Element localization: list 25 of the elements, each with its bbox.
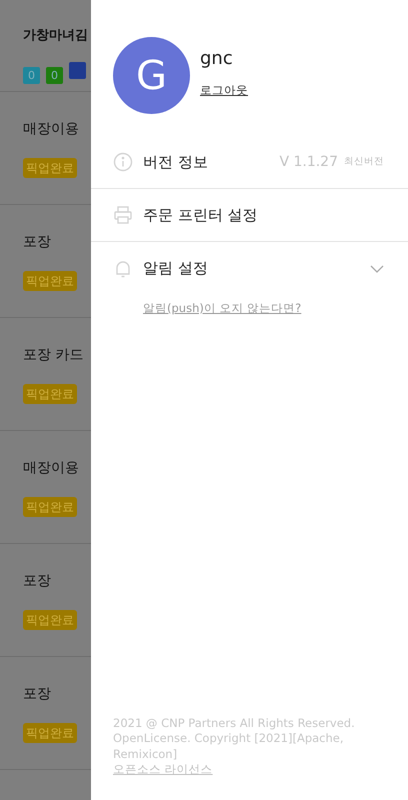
order-type: 매장이용	[23, 120, 79, 139]
menu-item[interactable]: 주문 프린터 설정	[91, 189, 408, 242]
info-icon	[113, 152, 133, 172]
status-badge: 픽업완료	[23, 497, 77, 517]
count-badge: 0	[46, 67, 63, 84]
order-type: 포장	[23, 685, 51, 704]
status-badge: 픽업완료	[23, 723, 77, 743]
status-badge: 픽업완료	[23, 271, 77, 291]
count-badge: 0	[23, 67, 40, 84]
version-status: 최신버전	[344, 154, 384, 169]
order-type: 포장	[23, 233, 51, 252]
printer-icon	[113, 205, 133, 225]
status-badge: 픽업완료	[23, 610, 77, 630]
status-badge: 픽업완료	[23, 384, 77, 404]
order-type: 포장 카드	[23, 346, 84, 365]
avatar: G	[113, 37, 190, 114]
menu-item[interactable]: 알림 설정	[91, 242, 408, 295]
status-badge: 픽업완료	[23, 158, 77, 178]
order-type: 매장이용	[23, 459, 79, 478]
order-type: 포장	[23, 572, 51, 591]
user-name: gnc	[200, 47, 234, 71]
version-number: V 1.1.27	[279, 152, 338, 172]
menu-item[interactable]: 버전 정보 V 1.1.27 최신버전	[91, 136, 408, 189]
store-title: 가창마녀김	[23, 27, 88, 45]
logout-link[interactable]: 로그아웃	[200, 82, 248, 100]
